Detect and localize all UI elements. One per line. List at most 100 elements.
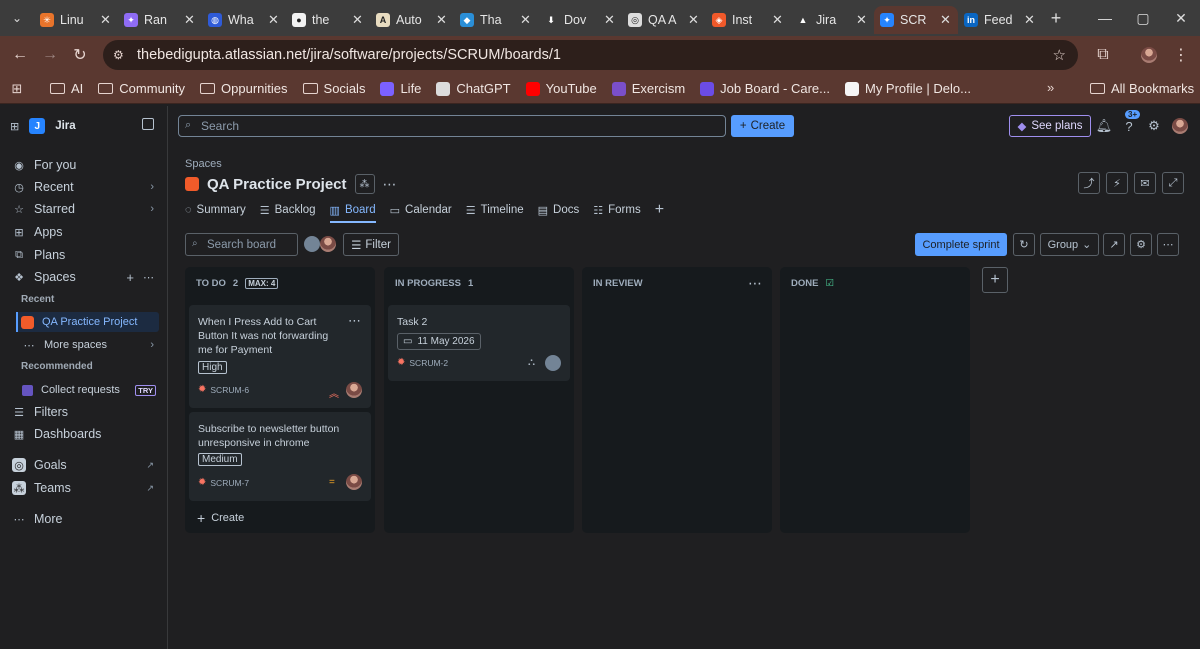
extensions-icon[interactable]: ⧉ bbox=[1088, 40, 1118, 70]
close-tab-icon[interactable]: ✕ bbox=[520, 12, 532, 28]
close-window-icon[interactable]: ✕ bbox=[1162, 0, 1200, 36]
forward-icon[interactable]: → bbox=[35, 40, 65, 70]
new-tab-button[interactable]: + bbox=[1042, 8, 1070, 29]
feedback-icon[interactable]: ✉ bbox=[1134, 172, 1156, 194]
minimize-icon[interactable]: — bbox=[1086, 0, 1124, 36]
bookmark-item[interactable]: AI bbox=[50, 81, 83, 96]
filter-button[interactable]: ☰ Filter bbox=[343, 233, 399, 256]
apps-grid-icon[interactable]: ⊞ bbox=[2, 74, 32, 104]
global-search-input[interactable]: ⌕ Search bbox=[178, 115, 726, 137]
sidebar-item-starred[interactable]: ☆ Starred › bbox=[12, 199, 160, 219]
tab-search-chevron-icon[interactable]: ⌄ bbox=[0, 0, 34, 36]
sidebar-item-for-you[interactable]: ◉ For you bbox=[12, 155, 160, 175]
app-switcher-icon[interactable]: ⊞ bbox=[10, 120, 19, 133]
bookmark-item[interactable]: Job Board - Care... bbox=[700, 81, 830, 96]
sidebar-item-recent[interactable]: ◷ Recent › bbox=[12, 177, 160, 197]
sidebar-collect-requests[interactable]: Collect requests TRY bbox=[22, 380, 160, 400]
help-icon[interactable]: ? bbox=[1120, 117, 1138, 135]
sidebar-item-teams[interactable]: ⁂ Teams ↗ bbox=[12, 478, 160, 498]
browser-tab[interactable]: ◎ QA A ✕ bbox=[622, 6, 706, 34]
insights-icon[interactable]: ↗ bbox=[1103, 233, 1125, 256]
browser-tab[interactable]: ▲ Jira ✕ bbox=[790, 6, 874, 34]
more-icon[interactable]: ⋯ bbox=[348, 313, 361, 329]
bookmarks-overflow-icon[interactable]: » bbox=[1047, 80, 1054, 95]
search-board-input[interactable]: ⌕ Search board bbox=[185, 233, 298, 256]
url-field[interactable]: ⚙ thebedigupta.atlassian.net/jira/softwa… bbox=[103, 40, 1078, 70]
issue-card[interactable]: Task 2 ▭ 11 May 2026 ✹ SCRUM-2 ⛬ bbox=[388, 305, 570, 381]
group-dropdown[interactable]: Group ⌄ bbox=[1040, 233, 1099, 256]
bookmark-item[interactable]: Socials bbox=[302, 81, 365, 96]
bookmark-item[interactable]: Life bbox=[380, 81, 421, 96]
tab-summary[interactable]: ◌ Summary bbox=[185, 199, 246, 221]
more-icon[interactable]: ⋯ bbox=[143, 271, 154, 284]
jira-logo-icon[interactable]: J bbox=[29, 118, 46, 134]
add-tab-icon[interactable]: + bbox=[655, 199, 664, 221]
reload-icon[interactable]: ↻ bbox=[65, 40, 95, 70]
notifications-icon[interactable]: 🔔︎ bbox=[1095, 117, 1113, 135]
browser-tab[interactable]: ✳ Linu ✕ bbox=[34, 6, 118, 34]
tab-calendar[interactable]: ▭ Calendar bbox=[390, 199, 452, 221]
close-tab-icon[interactable]: ✕ bbox=[184, 12, 196, 28]
browser-tab[interactable]: ✦ SCR ✕ bbox=[874, 6, 958, 34]
create-button[interactable]: + Create bbox=[731, 115, 794, 137]
close-tab-icon[interactable]: ✕ bbox=[940, 12, 952, 28]
automation-icon[interactable]: ⚡ bbox=[1106, 172, 1128, 194]
add-space-icon[interactable]: + bbox=[126, 270, 134, 285]
more-icon[interactable]: ⋯ bbox=[1157, 233, 1179, 256]
close-tab-icon[interactable]: ✕ bbox=[436, 12, 448, 28]
team-icon[interactable]: ⁂ bbox=[354, 174, 375, 194]
sidebar-project-qa-practice[interactable]: QA Practice Project bbox=[16, 312, 159, 332]
bookmark-star-icon[interactable]: ☆ bbox=[1053, 46, 1066, 64]
breadcrumb[interactable]: Spaces bbox=[185, 158, 222, 170]
site-info-icon[interactable]: ⚙ bbox=[113, 48, 127, 62]
close-tab-icon[interactable]: ✕ bbox=[772, 12, 784, 28]
bookmark-item[interactable]: My Profile | Delo... bbox=[844, 81, 971, 96]
more-actions-icon[interactable]: ⋯ bbox=[383, 176, 397, 193]
close-tab-icon[interactable]: ✕ bbox=[352, 12, 364, 28]
share-icon[interactable]: ⤴ bbox=[1078, 172, 1100, 194]
bookmark-item[interactable]: Community bbox=[98, 81, 185, 96]
close-tab-icon[interactable]: ✕ bbox=[1024, 12, 1036, 28]
browser-menu-icon[interactable]: ⋮ bbox=[1166, 40, 1196, 70]
tab-timeline[interactable]: ☰ Timeline bbox=[466, 199, 524, 221]
member-avatar[interactable] bbox=[320, 236, 336, 252]
bookmark-item[interactable]: ChatGPT bbox=[436, 81, 511, 96]
browser-tab[interactable]: ◍ Wha ✕ bbox=[202, 6, 286, 34]
issue-card[interactable]: Subscribe to newsletter button unrespons… bbox=[189, 412, 371, 501]
fullscreen-icon[interactable]: ⤢ bbox=[1162, 172, 1184, 194]
sidebar-item-filters[interactable]: ☰ Filters bbox=[12, 402, 160, 422]
bookmark-item[interactable]: YouTube bbox=[525, 81, 597, 96]
sidebar-item-apps[interactable]: ⊞ Apps bbox=[12, 222, 160, 242]
settings-gear-icon[interactable]: ⚙ bbox=[1145, 117, 1163, 135]
create-issue-button[interactable]: + Create bbox=[197, 510, 244, 526]
close-tab-icon[interactable]: ✕ bbox=[100, 12, 112, 28]
tab-board[interactable]: ▥ Board bbox=[329, 199, 376, 223]
sidebar-item-spaces[interactable]: ❖ Spaces + ⋯ bbox=[12, 267, 160, 287]
view-settings-icon[interactable]: ⚙ bbox=[1130, 233, 1152, 256]
due-date-chip[interactable]: ▭ 11 May 2026 bbox=[397, 333, 481, 350]
browser-tab[interactable]: ◈ Inst ✕ bbox=[706, 6, 790, 34]
sidebar-item-more[interactable]: ⋯ More bbox=[12, 509, 160, 529]
sidebar-item-goals[interactable]: ◎ Goals ↗ bbox=[12, 455, 160, 475]
issue-card[interactable]: When I Press Add to Cart Button It was n… bbox=[189, 305, 371, 408]
close-tab-icon[interactable]: ✕ bbox=[268, 12, 280, 28]
sidebar-more-spaces[interactable]: ⋯ More spaces › bbox=[22, 335, 160, 355]
maximize-icon[interactable]: ▢ bbox=[1124, 0, 1162, 36]
close-tab-icon[interactable]: ✕ bbox=[688, 12, 700, 28]
browser-tab[interactable]: ● the ✕ bbox=[286, 6, 370, 34]
sidebar-item-plans[interactable]: ⧉ Plans bbox=[12, 245, 160, 265]
tab-backlog[interactable]: ☰ Backlog bbox=[260, 199, 316, 221]
user-avatar[interactable] bbox=[1172, 118, 1188, 134]
profile-avatar[interactable] bbox=[1141, 47, 1157, 63]
bookmark-item[interactable]: Exercism bbox=[611, 81, 685, 96]
browser-tab[interactable]: ◆ Tha ✕ bbox=[454, 6, 538, 34]
close-tab-icon[interactable]: ✕ bbox=[604, 12, 616, 28]
browser-tab[interactable]: in Feed ✕ bbox=[958, 6, 1042, 34]
see-plans-button[interactable]: ◆ See plans bbox=[1009, 115, 1091, 137]
collapse-sidebar-icon[interactable] bbox=[142, 118, 154, 130]
bookmark-item[interactable]: Oppurnities bbox=[200, 81, 288, 96]
back-icon[interactable]: ← bbox=[5, 40, 35, 70]
close-tab-icon[interactable]: ✕ bbox=[856, 12, 868, 28]
add-column-button[interactable]: + bbox=[982, 267, 1008, 293]
assignee-avatar[interactable] bbox=[346, 382, 362, 398]
